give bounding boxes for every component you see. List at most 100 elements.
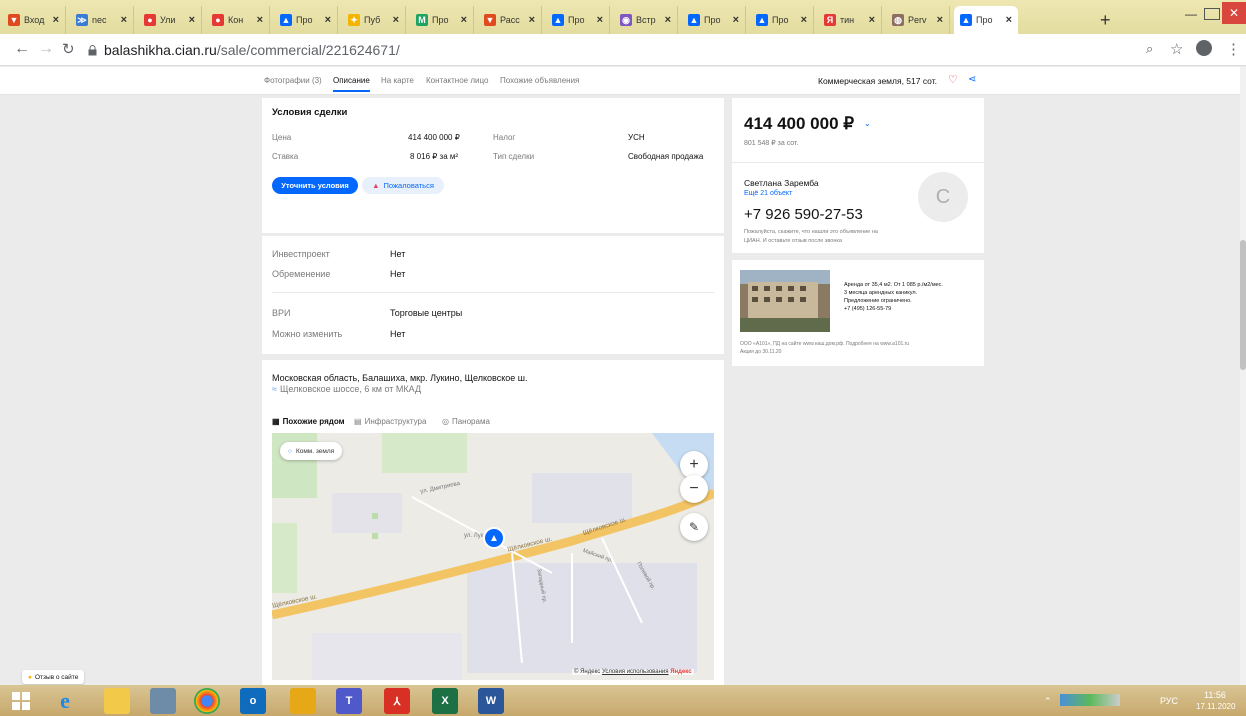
browser-tab[interactable]: М Про ×	[410, 6, 474, 34]
acrobat-icon[interactable]: ⅄	[384, 688, 410, 714]
tab-title: nec	[92, 15, 107, 25]
price-dropdown-icon[interactable]: ⌄	[864, 119, 871, 128]
tab-close-icon[interactable]: ×	[529, 14, 535, 26]
tab-favicon-icon: Я	[824, 14, 836, 26]
reload-icon[interactable]: ↻	[62, 40, 75, 58]
close-window-icon[interactable]: ✕	[1222, 2, 1246, 24]
deal-type-label: Тип сделки	[493, 152, 535, 161]
circle-icon: ○	[288, 447, 292, 455]
profile-icon[interactable]	[1196, 40, 1212, 56]
map-pin-icon[interactable]: ▲	[483, 527, 505, 549]
explorer-icon[interactable]	[104, 688, 130, 714]
tab-close-icon[interactable]: ×	[937, 14, 943, 26]
lock-icon	[88, 45, 97, 56]
scrollbar[interactable]	[1240, 67, 1246, 685]
complain-label: Пожаловаться	[383, 181, 434, 190]
tab-close-icon[interactable]: ×	[53, 14, 59, 26]
tab-close-icon[interactable]: ×	[733, 14, 739, 26]
star-icon[interactable]: ☆	[1170, 40, 1183, 58]
share-icon[interactable]: ⋖	[968, 74, 976, 85]
tab-close-icon[interactable]: ×	[461, 14, 467, 26]
teams-icon[interactable]: T	[336, 688, 362, 714]
word-icon[interactable]: W	[478, 688, 504, 714]
nav-photos[interactable]: Фотографии (3)	[264, 76, 322, 85]
chrome-icon[interactable]	[194, 688, 220, 714]
ie-icon[interactable]: e	[52, 688, 78, 714]
browser-tab[interactable]: ● Ули ×	[138, 6, 202, 34]
browser-tab[interactable]: ◉ Встр ×	[614, 6, 678, 34]
tab-infrastructure[interactable]: ▤ Инфраструктура	[354, 417, 426, 426]
clock-date[interactable]: 17.11.2020	[1196, 702, 1235, 711]
forward-icon[interactable]: →	[38, 40, 54, 58]
ad-line: Предложение ограничено.	[844, 298, 912, 304]
tab-favicon-icon: ▼	[484, 14, 496, 26]
tab-close-icon[interactable]: ×	[801, 14, 807, 26]
tab-close-icon[interactable]: ×	[189, 14, 195, 26]
zoom-out-button[interactable]: −	[680, 475, 708, 503]
browser-tab[interactable]: ▼ Расс ×	[478, 6, 542, 34]
tab-similar-nearby[interactable]: ▦ Похожие рядом	[272, 417, 345, 426]
tab-close-icon[interactable]: ×	[393, 14, 399, 26]
browser-tab[interactable]: ▲ Про ×	[682, 6, 746, 34]
clock-time[interactable]: 11:56	[1204, 690, 1226, 700]
language-indicator[interactable]: РУС	[1160, 696, 1178, 706]
tray-icons[interactable]	[1060, 694, 1120, 706]
agent-phone[interactable]: +7 926 590-27-53	[744, 206, 863, 223]
nav-description[interactable]: Описание	[333, 76, 370, 92]
new-tab-button[interactable]: +	[1100, 10, 1111, 31]
tab-close-icon[interactable]: ×	[257, 14, 263, 26]
maximize-icon[interactable]	[1204, 8, 1220, 20]
map[interactable]: ул. Дмитриева ул. Лукино Щёлковское ш. Щ…	[272, 433, 714, 680]
tab-favicon-icon: ◉	[620, 14, 632, 26]
browser-tab[interactable]: ▲ Про ×	[954, 6, 1018, 34]
nav-similar[interactable]: Похожие объявления	[500, 76, 579, 85]
menu-icon[interactable]: ⋮	[1226, 40, 1241, 58]
tab-title: тин	[840, 15, 855, 25]
tray-chevron-icon[interactable]: ⌃	[1044, 696, 1052, 707]
nav-map[interactable]: На карте	[381, 76, 414, 85]
tab-close-icon[interactable]: ×	[869, 14, 875, 26]
tab-close-icon[interactable]: ×	[121, 14, 127, 26]
tab-panorama[interactable]: ◎ Панорама	[442, 417, 490, 426]
browser-tab[interactable]: Ятин ×	[818, 6, 882, 34]
building-icon: ▤	[354, 417, 362, 426]
tab-title: Расс	[500, 15, 520, 25]
app-icon[interactable]	[150, 688, 176, 714]
scrollbar-thumb[interactable]	[1240, 240, 1246, 370]
browser-tab[interactable]: ≫ nec ×	[70, 6, 134, 34]
browser-tab[interactable]: ▼ Вход ×	[2, 6, 66, 34]
windows-start-icon[interactable]	[12, 692, 30, 710]
nav-contact[interactable]: Контактное лицо	[426, 76, 488, 85]
favorite-heart-icon[interactable]: ♡	[948, 73, 958, 86]
complain-button[interactable]: ▲ Пожаловаться	[362, 177, 444, 194]
price-label: Цена	[272, 133, 292, 142]
browser-tab[interactable]: ▲ Про ×	[546, 6, 610, 34]
feature-value: Нет	[390, 329, 406, 339]
agent-more-link[interactable]: Ещё 21 объект	[744, 190, 792, 197]
chart-app-icon[interactable]	[290, 688, 316, 714]
minimize-icon[interactable]: —	[1180, 4, 1202, 24]
tab-close-icon[interactable]: ×	[665, 14, 671, 26]
excel-icon[interactable]: X	[432, 688, 458, 714]
tab-close-icon[interactable]: ×	[325, 14, 331, 26]
deal-title: Условия сделки	[272, 107, 348, 118]
address-bar[interactable]: balashikha.cian.ru/sale/commercial/22162…	[104, 42, 400, 58]
browser-tab[interactable]: ▲ Про ×	[274, 6, 338, 34]
copyright-text: © Яндекс	[574, 669, 601, 675]
zoom-icon[interactable]: ⌕	[1146, 41, 1153, 57]
browser-tab[interactable]: ● Кон ×	[206, 6, 270, 34]
refine-terms-button[interactable]: Уточнить условия	[272, 177, 358, 194]
browser-tab[interactable]: ✦ Пуб ×	[342, 6, 406, 34]
back-icon[interactable]: ←	[14, 40, 30, 58]
agent-name: Светлана Заремба	[744, 178, 819, 188]
outlook-icon[interactable]: o	[240, 688, 266, 714]
ruler-icon[interactable]: ✎	[680, 513, 708, 541]
tab-close-icon[interactable]: ×	[1006, 14, 1012, 26]
tab-title: Perv	[908, 15, 927, 25]
browser-tab[interactable]: ▲ Про ×	[750, 6, 814, 34]
feedback-button[interactable]: ● Отзыв о сайте	[22, 670, 85, 684]
browser-tab[interactable]: ◍ Perv ×	[886, 6, 950, 34]
tab-close-icon[interactable]: ×	[597, 14, 603, 26]
terms-link[interactable]: Условия использования	[602, 669, 669, 675]
map-filter-chip[interactable]: ○ Комм. земля	[280, 442, 343, 460]
